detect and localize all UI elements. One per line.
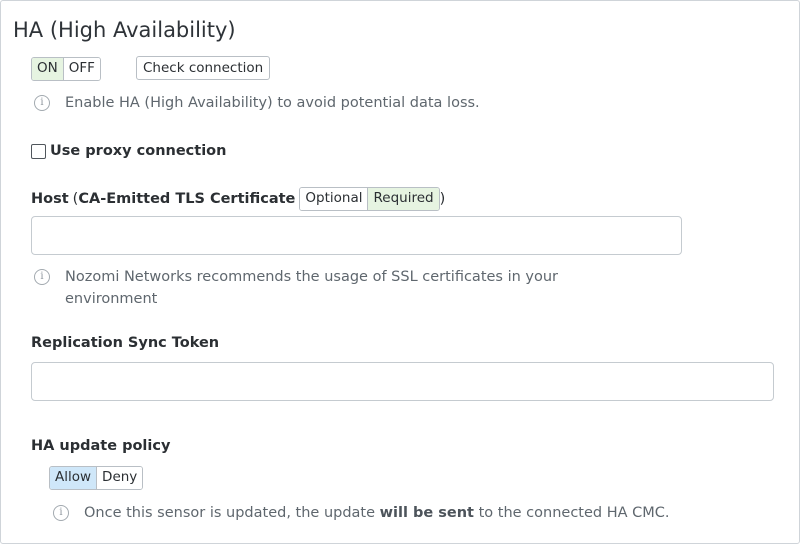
update-policy-hint-prefix: Once this sensor is updated, the update <box>84 505 380 521</box>
cert-mode-toggle: Optional Required <box>299 187 440 211</box>
host-label: Host <box>31 191 69 207</box>
ha-toggle: ON OFF <box>31 57 101 81</box>
info-icon: i <box>34 269 50 285</box>
host-input[interactable] <box>31 216 682 255</box>
replication-token-input[interactable] <box>31 362 774 401</box>
update-policy-label: HA update policy <box>31 438 171 454</box>
ha-off-option[interactable]: OFF <box>62 58 100 80</box>
host-hint-text: Nozomi Networks recommends the usage of … <box>65 269 559 307</box>
ha-hint-text: Enable HA (High Availability) to avoid p… <box>65 95 480 111</box>
policy-allow-option[interactable]: Allow <box>50 467 97 489</box>
page-title: HA (High Availability) <box>13 18 236 42</box>
update-policy-hint-bold: will be sent <box>379 505 474 521</box>
replication-label: Replication Sync Token <box>31 335 220 351</box>
cert-required-option[interactable]: Required <box>367 188 439 210</box>
update-policy-hint-suffix: to the connected HA CMC. <box>474 505 670 521</box>
info-icon: i <box>53 505 69 521</box>
cert-optional-option[interactable]: Optional <box>300 188 368 210</box>
update-policy-toggle: Allow Deny <box>49 466 144 490</box>
update-policy-hint: Once this sensor is updated, the update … <box>84 502 670 524</box>
cert-label: CA-Emitted TLS Certificate <box>78 191 296 207</box>
info-icon: i <box>34 95 50 111</box>
host-label-row: Host ( CA-Emitted TLS Certificate Option… <box>31 187 445 211</box>
proxy-checkbox[interactable] <box>31 144 46 159</box>
check-connection-button[interactable]: Check connection <box>136 56 271 80</box>
host-close-paren: ) <box>439 191 446 207</box>
proxy-label: Use proxy connection <box>50 143 227 159</box>
ha-settings-panel: HA (High Availability) ON OFF Check conn… <box>0 0 800 544</box>
ha-on-option[interactable]: ON <box>32 58 63 80</box>
policy-deny-option[interactable]: Deny <box>96 467 143 489</box>
